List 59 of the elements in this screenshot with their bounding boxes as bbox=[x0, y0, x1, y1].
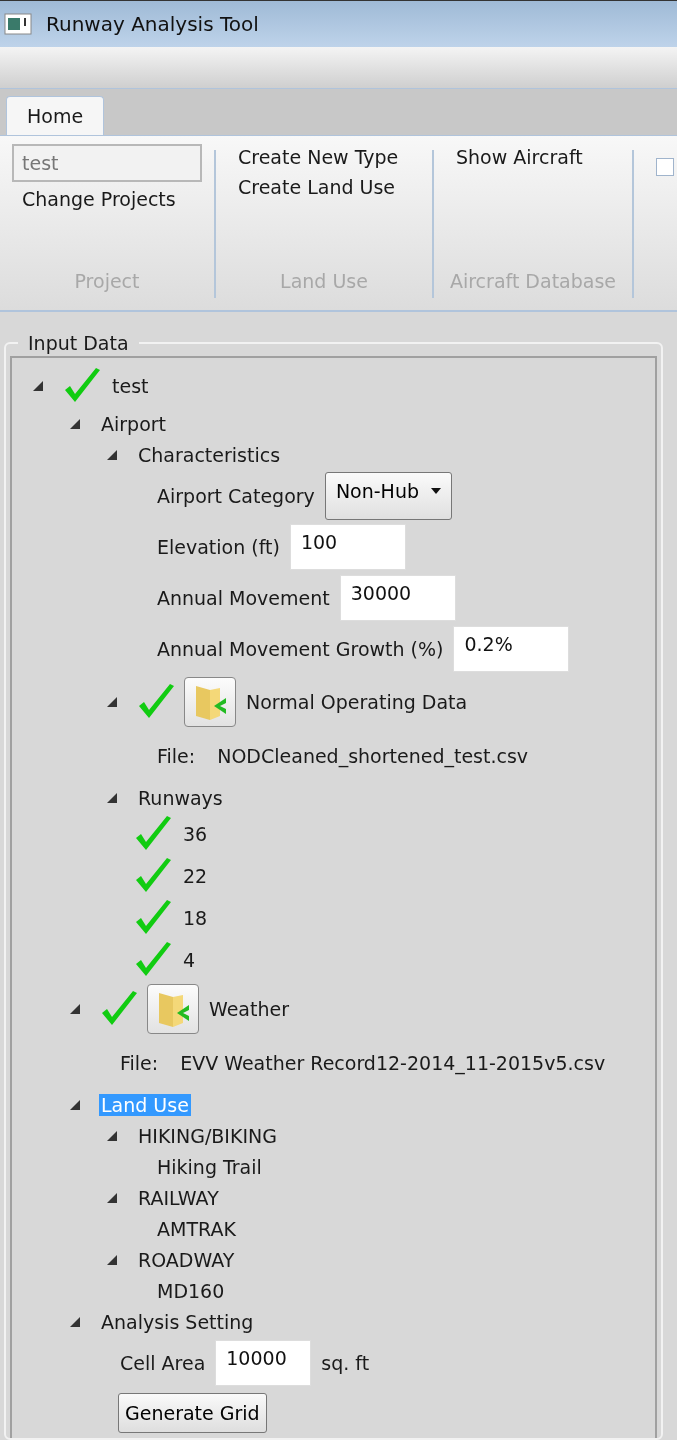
tree-item[interactable]: Characteristics bbox=[136, 443, 283, 466]
group-label: Land Use bbox=[279, 270, 369, 292]
input-field[interactable]: 30000 bbox=[339, 574, 456, 621]
tree-item[interactable]: 36 bbox=[181, 823, 210, 845]
expander-icon[interactable] bbox=[32, 380, 44, 392]
app-icon bbox=[4, 12, 32, 35]
tree-item[interactable]: Airport bbox=[99, 412, 169, 435]
tree-item[interactable]: 18 bbox=[181, 907, 210, 929]
ribbon-button[interactable]: Show Aircraft bbox=[446, 143, 620, 170]
tree-item[interactable]: Weather bbox=[207, 998, 291, 1020]
field-label: Elevation (ft) bbox=[156, 535, 281, 558]
expander-icon[interactable] bbox=[106, 1191, 118, 1204]
field-label: Cell Area bbox=[119, 1351, 207, 1374]
tree-item[interactable]: HIKING/BIKING bbox=[136, 1124, 279, 1147]
tree-item[interactable]: Hiking Trail bbox=[155, 1155, 264, 1178]
expander-icon[interactable] bbox=[69, 1315, 81, 1328]
ribbon-button[interactable]: Create Land Use bbox=[228, 173, 420, 200]
group-title: Input Data bbox=[27, 332, 130, 354]
expander-icon[interactable] bbox=[106, 1129, 118, 1142]
expander-icon[interactable] bbox=[69, 417, 81, 430]
input-field[interactable]: 10000 bbox=[215, 1339, 312, 1386]
field-label: Annual Movement bbox=[156, 586, 331, 609]
tree-item[interactable]: test bbox=[110, 375, 151, 397]
expander-icon[interactable] bbox=[106, 696, 118, 708]
unit-label: sq. ft bbox=[320, 1351, 371, 1374]
tree-item[interactable]: RAILWAY bbox=[136, 1186, 221, 1209]
tree-item[interactable]: ROADWAY bbox=[136, 1248, 237, 1271]
file-name: NODCleaned_shortened_test.csv bbox=[216, 745, 530, 767]
field-label: Annual Movement Growth (%) bbox=[156, 637, 445, 660]
import-folder-button[interactable] bbox=[147, 984, 199, 1034]
ribbon-tab[interactable]: Home bbox=[6, 95, 105, 135]
tree-item[interactable]: 22 bbox=[181, 865, 210, 887]
field-label: Airport Category bbox=[156, 484, 316, 507]
expander-icon[interactable] bbox=[106, 1253, 118, 1266]
generate-grid-button[interactable]: Generate Grid bbox=[118, 1393, 267, 1433]
tree-item[interactable]: Analysis Setting bbox=[99, 1310, 256, 1333]
group-label: Aircraft Database bbox=[448, 270, 618, 292]
import-folder-button[interactable] bbox=[184, 677, 236, 727]
ribbon-button[interactable]: Change Projects bbox=[12, 185, 202, 212]
caret-icon bbox=[431, 487, 441, 494]
tree-item[interactable]: Runways bbox=[136, 786, 225, 809]
category-dropdown[interactable]: Non-Hub bbox=[324, 471, 452, 520]
expander-icon[interactable] bbox=[69, 1098, 81, 1111]
file-prefix: File: bbox=[119, 1052, 160, 1074]
ribbon-button[interactable]: Create New Type bbox=[228, 143, 420, 170]
expander-icon[interactable] bbox=[106, 791, 118, 804]
file-prefix: File: bbox=[156, 745, 197, 767]
tree-item[interactable]: 4 bbox=[181, 949, 198, 971]
expander-icon[interactable] bbox=[69, 1003, 81, 1015]
input-field[interactable]: 0.2% bbox=[453, 625, 570, 672]
group-label: Project bbox=[73, 270, 141, 292]
expander-icon[interactable] bbox=[106, 448, 118, 461]
checkbox[interactable] bbox=[656, 157, 674, 176]
tree-item[interactable]: Normal Operating Data bbox=[244, 691, 470, 713]
input-field[interactable]: 100 bbox=[289, 523, 406, 570]
file-name: EVV Weather Record12-2014_11-2015v5.csv bbox=[179, 1052, 607, 1074]
window-title: Runway Analysis Tool bbox=[46, 11, 259, 36]
tree-item[interactable]: MD160 bbox=[155, 1279, 227, 1302]
tree-item[interactable]: AMTRAK bbox=[155, 1217, 238, 1240]
